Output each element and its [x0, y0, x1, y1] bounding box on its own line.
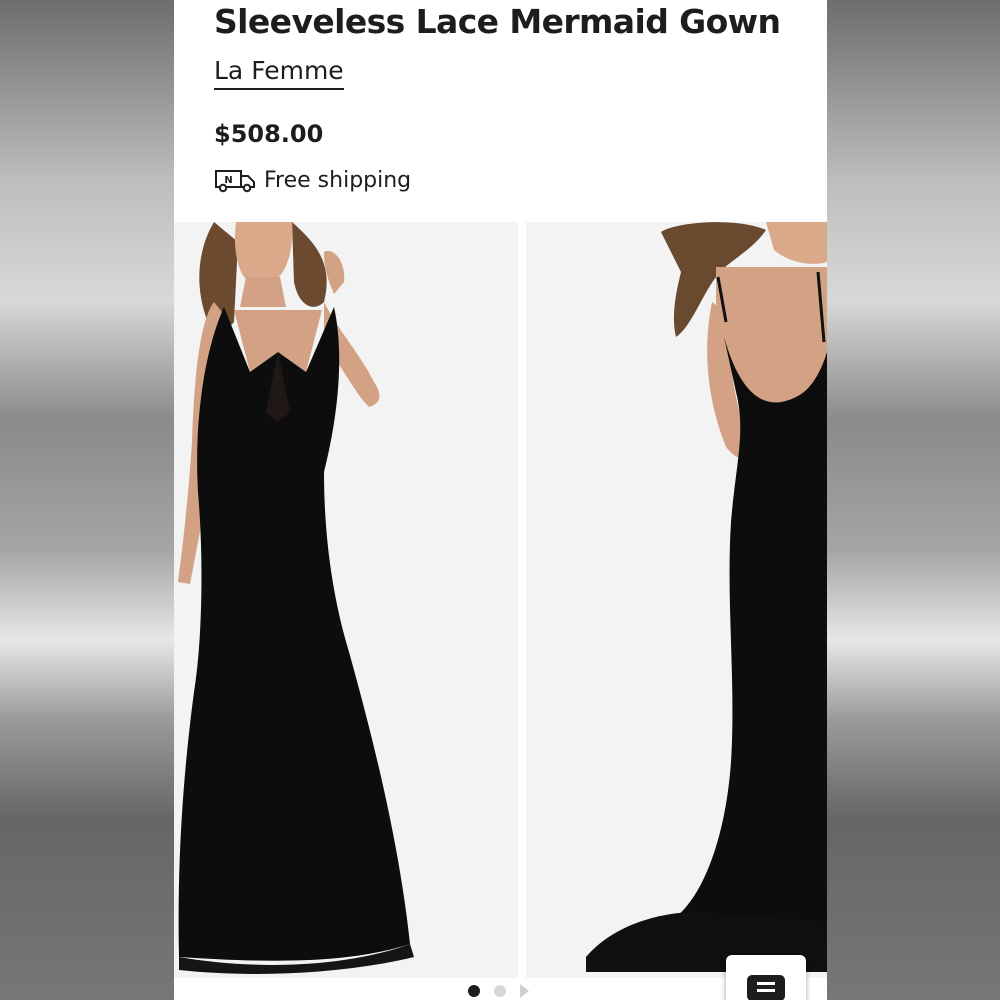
chat-icon: [747, 975, 785, 1000]
product-price: $508.00: [214, 120, 324, 148]
carousel-dot-1[interactable]: [468, 985, 480, 997]
shipping-label: Free shipping: [264, 168, 412, 193]
truck-letter: N: [224, 175, 232, 186]
blurred-background-left: [0, 0, 174, 1000]
brand-link[interactable]: La Femme: [214, 56, 344, 90]
carousel-pagination: [468, 984, 529, 998]
gown-back-photo[interactable]: [526, 222, 827, 978]
carousel-next-icon[interactable]: [520, 984, 529, 998]
delivery-truck-icon: N: [215, 169, 255, 192]
product-title: Sleeveless Lace Mermaid Gown: [214, 2, 781, 41]
shipping-info: N Free shipping: [214, 168, 411, 193]
product-page: Sleeveless Lace Mermaid Gown La Femme $5…: [174, 0, 827, 1000]
chat-button[interactable]: [726, 955, 806, 1000]
image-carousel[interactable]: [174, 222, 827, 978]
carousel-dot-2[interactable]: [494, 985, 506, 997]
gown-front-photo[interactable]: [174, 222, 518, 978]
blurred-background-right: [827, 0, 1000, 1000]
